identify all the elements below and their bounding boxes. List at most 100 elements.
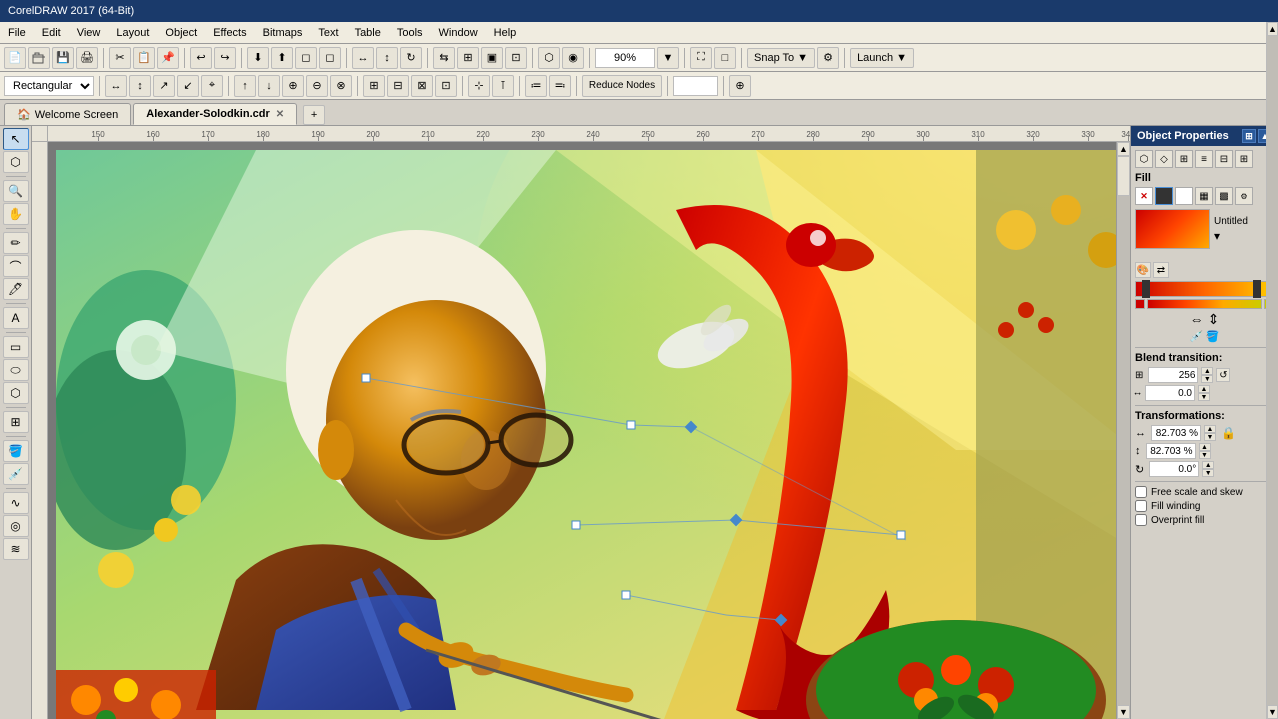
paste-button[interactable]: 📌: [157, 47, 179, 69]
tb2-btn11[interactable]: ⊞: [363, 75, 385, 97]
text-tool[interactable]: A: [3, 307, 29, 329]
tb2-btn9[interactable]: ⊖: [306, 75, 328, 97]
tb2-btn3[interactable]: ↗: [153, 75, 175, 97]
canvas-scroll-up[interactable]: ▲: [1117, 142, 1130, 156]
scale-y-up[interactable]: ▲: [1199, 443, 1211, 451]
blend-steps-input[interactable]: [1148, 367, 1198, 383]
tb2-btn5[interactable]: ⌖: [201, 75, 223, 97]
panel-scroll-down[interactable]: ▼: [1267, 705, 1278, 719]
distribute-button[interactable]: ⊞: [457, 47, 479, 69]
menu-table[interactable]: Table: [347, 25, 389, 41]
blend-steps-up[interactable]: ▲: [1201, 367, 1213, 375]
tb2-btn6[interactable]: ↑: [234, 75, 256, 97]
rotation-up[interactable]: ▲: [1202, 461, 1214, 469]
eyedropper-btn[interactable]: 💉: [1190, 330, 1204, 343]
menu-file[interactable]: File: [0, 25, 34, 41]
tb2-btn4[interactable]: ↙: [177, 75, 199, 97]
options-button[interactable]: ◻: [319, 47, 341, 69]
tb2-btn7[interactable]: ↓: [258, 75, 280, 97]
fill-icon-pattern[interactable]: ▦: [1195, 187, 1213, 205]
new-tab-button[interactable]: +: [303, 105, 325, 125]
scale-y-input[interactable]: [1146, 443, 1196, 459]
scale-y-down[interactable]: ▼: [1199, 451, 1211, 459]
canvas-scroll-thumb[interactable]: [1117, 156, 1130, 196]
zoom-btn[interactable]: ▼: [657, 47, 679, 69]
color-gradient-preview[interactable]: [1135, 209, 1210, 249]
menu-view[interactable]: View: [69, 25, 109, 41]
blend-accel-input[interactable]: [1145, 385, 1195, 401]
blend-accel-up[interactable]: ▲: [1198, 385, 1210, 393]
overprint-fill-checkbox[interactable]: [1135, 514, 1147, 526]
node-edit-button[interactable]: ⬡: [538, 47, 560, 69]
polygon-tool[interactable]: ⬡: [3, 382, 29, 404]
distort-tool[interactable]: ≋: [3, 538, 29, 560]
cut-button[interactable]: ✂: [109, 47, 131, 69]
import-button[interactable]: ⬇: [247, 47, 269, 69]
tb2-btn2[interactable]: ↕: [129, 75, 151, 97]
panel-scroll-up[interactable]: ▲: [1267, 22, 1278, 36]
tb2-btn14[interactable]: ⊡: [435, 75, 457, 97]
canvas-content[interactable]: ▲ ▼: [48, 142, 1130, 719]
panel-scroll-track[interactable]: [1267, 36, 1278, 705]
node-value-input[interactable]: [673, 76, 718, 96]
mirror-h-button[interactable]: ↔: [352, 47, 374, 69]
fill-tool[interactable]: 🪣: [3, 440, 29, 462]
tb2-btn15[interactable]: ⊹: [468, 75, 490, 97]
canvas-area[interactable]: 150 160 170 180 190 200 210 220 230 240: [32, 126, 1130, 719]
group-button[interactable]: ▣: [481, 47, 503, 69]
color-stop-left[interactable]: [1135, 299, 1145, 309]
fill-icon-gradient[interactable]: ▩: [1215, 187, 1233, 205]
zoom-input[interactable]: [595, 48, 655, 68]
blend-reset-btn[interactable]: ↺: [1216, 368, 1230, 382]
export-button[interactable]: ⬆: [271, 47, 293, 69]
align-button[interactable]: ⇆: [433, 47, 455, 69]
tb2-btn19[interactable]: ⊕: [729, 75, 751, 97]
zoom-tool[interactable]: 🔍: [3, 180, 29, 202]
copy-button[interactable]: 📋: [133, 47, 155, 69]
mirror-v-button[interactable]: ↕: [376, 47, 398, 69]
canvas-scroll-track[interactable]: [1117, 156, 1130, 705]
color-dropdown-btn[interactable]: ▾: [1214, 229, 1228, 243]
menu-edit[interactable]: Edit: [34, 25, 69, 41]
blend-accel-down[interactable]: ▼: [1198, 393, 1210, 401]
rect-tool[interactable]: ▭: [3, 336, 29, 358]
tab-welcome[interactable]: 🏠 Welcome Screen: [4, 103, 131, 125]
rotate-button[interactable]: ↻: [400, 47, 422, 69]
blend-tool[interactable]: ∿: [3, 492, 29, 514]
menu-bitmaps[interactable]: Bitmaps: [255, 25, 311, 41]
color-reverse-btn[interactable]: ⇔: [1190, 311, 1204, 328]
tb2-btn13[interactable]: ⊠: [411, 75, 433, 97]
tb2-btn8[interactable]: ⊕: [282, 75, 304, 97]
pen-tool[interactable]: 🖊: [3, 278, 29, 300]
gradient-slider[interactable]: [1135, 281, 1274, 297]
freehand-tool[interactable]: ✏: [3, 232, 29, 254]
rotation-input[interactable]: [1149, 461, 1199, 477]
scale-x-down[interactable]: ▼: [1204, 433, 1216, 441]
panel-icon-6[interactable]: ⊞: [1235, 150, 1253, 168]
scale-x-up[interactable]: ▲: [1204, 425, 1216, 433]
scale-x-input[interactable]: [1151, 425, 1201, 441]
contour-tool[interactable]: ◎: [3, 515, 29, 537]
color-fill-btn[interactable]: 🪣: [1206, 330, 1220, 343]
gradient-thumb-left[interactable]: [1142, 280, 1150, 298]
settings-button[interactable]: ⚙: [817, 47, 839, 69]
fill-icon-white[interactable]: [1175, 187, 1193, 205]
pan-tool[interactable]: ✋: [3, 203, 29, 225]
tab-document[interactable]: Alexander-Solodkin.cdr ✕: [133, 103, 297, 125]
ungroup-button[interactable]: ⊡: [505, 47, 527, 69]
undo-button[interactable]: ↩: [190, 47, 212, 69]
panel-icon-4[interactable]: ≡: [1195, 150, 1213, 168]
print-button[interactable]: 🖨: [76, 47, 98, 69]
tb2-btn18[interactable]: ≕: [549, 75, 571, 97]
menu-window[interactable]: Window: [431, 25, 486, 41]
tab-close-btn[interactable]: ✕: [276, 109, 284, 120]
smart-fill-button[interactable]: ◉: [562, 47, 584, 69]
save-button[interactable]: 💾: [52, 47, 74, 69]
tb2-btn16[interactable]: ⊺: [492, 75, 514, 97]
menu-tools[interactable]: Tools: [389, 25, 431, 41]
menu-help[interactable]: Help: [486, 25, 525, 41]
scale-lock-btn[interactable]: 🔒: [1221, 426, 1236, 440]
tb2-btn10[interactable]: ⊗: [330, 75, 352, 97]
menu-layout[interactable]: Layout: [108, 25, 157, 41]
node-tool[interactable]: ⬡: [3, 151, 29, 173]
